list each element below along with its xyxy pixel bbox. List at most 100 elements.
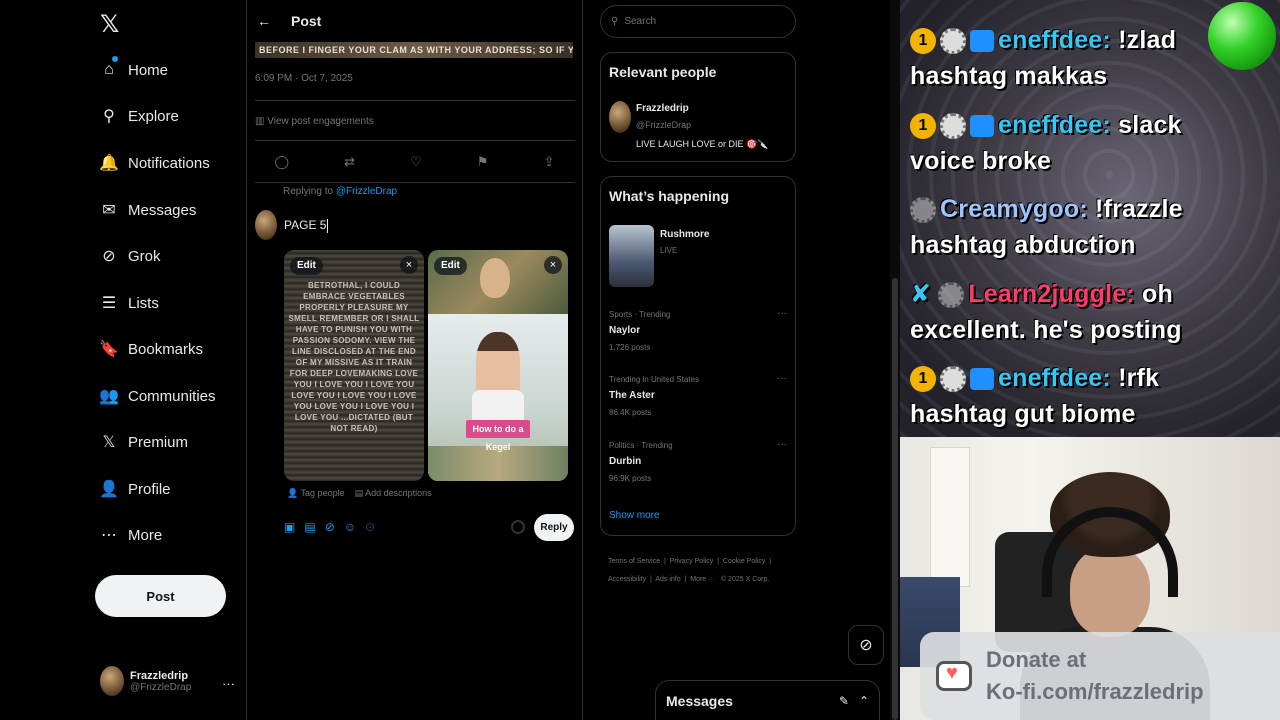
bell-icon: 🔔: [99, 155, 119, 172]
nav-item-notifications[interactable]: 🔔 Notifications: [99, 149, 210, 177]
reply-button[interactable]: Reply: [534, 514, 574, 541]
avatar[interactable]: [609, 101, 631, 133]
emoji-icon[interactable]: ☺: [344, 520, 356, 534]
replying-handle-link[interactable]: @FrizzleDrap: [336, 186, 397, 197]
share-icon[interactable]: ⇪: [544, 154, 555, 170]
more-dots-icon[interactable]: ···: [222, 676, 235, 691]
cube-badge-icon: [970, 30, 994, 53]
account-switcher[interactable]: Frazzledrip @FrizzleDrap: [100, 666, 191, 696]
stream-chat-overlay: 1 eneffdee: !zlad hashtag makkas 1 eneffdee…: [900, 0, 1280, 437]
bookmark-icon[interactable]: ⚑: [477, 154, 489, 170]
grok-icon[interactable]: ⊘: [325, 520, 335, 534]
reply-icon[interactable]: ◯: [275, 154, 290, 170]
post-button[interactable]: Post: [95, 575, 226, 617]
search-icon: ⚲: [103, 108, 115, 125]
chat-text: hashtag makkas: [910, 62, 1108, 90]
nav-item-bookmarks[interactable]: 🔖 Bookmarks: [99, 335, 203, 363]
attached-media-1[interactable]: BETROTHAL, I COULD EMBRACE VEGETABLES PR…: [284, 250, 424, 481]
add-descriptions-link[interactable]: ▤ Add descriptions: [355, 488, 432, 499]
scrollbar-thumb[interactable]: [892, 278, 898, 720]
chat-message: Creamygoo: !frazzle hashtag abduction: [910, 191, 1270, 263]
left-navigation: 𝕏 ⌂ Home ⚲ Explore 🔔 Notifications ✉ Mes…: [0, 0, 246, 720]
more-circle-icon: ⋯: [101, 527, 117, 544]
list-icon: ☰: [101, 295, 117, 312]
nav-item-label: Lists: [128, 294, 159, 312]
event-thumbnail[interactable]: [609, 225, 654, 287]
remove-media-close-icon[interactable]: ×: [544, 256, 562, 274]
chat-text: !frazzle: [1095, 195, 1183, 223]
nav-item-communities[interactable]: 👥 Communities: [99, 382, 216, 410]
post-header: ← Post: [247, 0, 582, 42]
messages-drawer[interactable]: Messages ✎ ⌃: [655, 680, 880, 720]
person-icon: 👤: [287, 488, 301, 498]
person-handle[interactable]: @FrizzleDrap: [636, 120, 691, 130]
nav-item-profile[interactable]: 👤 Profile: [99, 475, 170, 503]
trend-more-icon[interactable]: ···: [777, 439, 787, 450]
gear-badge-icon: [910, 197, 936, 224]
remove-media-close-icon[interactable]: ×: [400, 256, 418, 274]
reply-composer-input[interactable]: PAGE 5: [284, 218, 329, 233]
like-icon[interactable]: ♡: [410, 154, 422, 170]
footer-link[interactable]: Terms of Service: [608, 558, 660, 565]
search-input[interactable]: ⚲ Search: [600, 5, 796, 38]
repost-icon[interactable]: ⇄: [344, 154, 355, 170]
nav-item-more[interactable]: ⋯ More: [100, 521, 162, 549]
trend-name[interactable]: The Aster: [609, 390, 655, 401]
footer-links: Terms of Service | Privacy Policy | Cook…: [608, 558, 772, 583]
post-actions-bar: ◯ ⇄ ♡ ⚑ ⇪: [247, 150, 582, 174]
trend-name[interactable]: Durbin: [609, 456, 641, 467]
nav-item-label: Communities: [128, 387, 216, 405]
whats-happening-title: What’s happening: [609, 188, 730, 204]
whats-happening-card: What’s happening Rushmore LIVE Sports · …: [600, 176, 796, 536]
engagements-label: View post engagements: [267, 116, 374, 127]
cube-badge-icon: [970, 115, 994, 138]
x-premium-icon: 𝕏: [102, 434, 116, 451]
nav-item-explore[interactable]: ⚲ Explore: [100, 102, 179, 130]
subscriber-badge-icon: 1: [910, 28, 936, 55]
trend-more-icon[interactable]: ···: [777, 373, 787, 384]
footer-link[interactable]: More ···: [690, 576, 715, 583]
footer-link[interactable]: Accessibility: [608, 576, 646, 583]
show-more-link[interactable]: Show more: [609, 510, 660, 521]
new-message-icon[interactable]: ✎: [839, 694, 849, 708]
expand-chevron-icon[interactable]: ⌃: [859, 694, 869, 708]
post-timestamp[interactable]: 6:09 PM · Oct 7, 2025: [255, 73, 353, 84]
nav-item-home[interactable]: ⌂ Home: [100, 56, 168, 84]
footer-link[interactable]: Cookie Policy: [723, 558, 765, 565]
chat-username: Creamygoo:: [940, 195, 1088, 223]
trend-count: 96.9K posts: [609, 474, 652, 483]
people-icon: 👥: [99, 388, 119, 405]
trend-name[interactable]: Naylor: [609, 325, 640, 336]
edit-media-button[interactable]: Edit: [290, 257, 323, 275]
footer-link[interactable]: Privacy Policy: [670, 558, 714, 565]
trend-category: Trending in United States: [609, 375, 699, 384]
kofi-line-1: Donate at: [986, 647, 1087, 672]
envelope-icon: ✉: [102, 202, 116, 219]
chat-username: eneffdee:: [998, 26, 1111, 54]
gear-badge-icon: [940, 28, 966, 55]
edit-media-button[interactable]: Edit: [434, 257, 467, 275]
nav-item-grok[interactable]: ⊘ Grok: [100, 242, 160, 270]
nav-item-messages[interactable]: ✉ Messages: [100, 196, 196, 224]
x-logo-icon[interactable]: 𝕏: [100, 10, 119, 39]
kofi-line-2: Ko-fi.com/frazzledrip: [986, 679, 1204, 704]
grok-floating-button[interactable]: ⊘: [848, 625, 884, 665]
view-engagements-link[interactable]: ▥ View post engagements: [255, 116, 374, 127]
nav-item-premium[interactable]: 𝕏 Premium: [100, 428, 188, 456]
chat-username: eneffdee:: [998, 364, 1111, 392]
attached-media-2[interactable]: How to do a Kegel Edit ×: [428, 250, 568, 481]
gif-icon[interactable]: ▤: [304, 520, 315, 534]
avatar: [100, 666, 124, 696]
post-media-strip: BEFORE I FINGER YOUR CLAM AS WITH YOUR A…: [255, 42, 573, 58]
footer-link[interactable]: Ads info: [655, 576, 680, 583]
person-name[interactable]: Frazzledrip: [636, 103, 689, 114]
back-arrow-icon[interactable]: ←: [257, 13, 271, 29]
live-event-name[interactable]: Rushmore: [660, 229, 709, 240]
image-icon[interactable]: ▣: [284, 520, 295, 534]
location-icon[interactable]: ⊙: [365, 520, 375, 534]
tag-people-link[interactable]: 👤 Tag people: [287, 488, 345, 499]
trend-more-icon[interactable]: ···: [777, 308, 787, 319]
nav-item-lists[interactable]: ☰ Lists: [100, 289, 159, 317]
green-status-orb: [1208, 2, 1276, 70]
replying-prefix: Replying to: [283, 186, 336, 197]
